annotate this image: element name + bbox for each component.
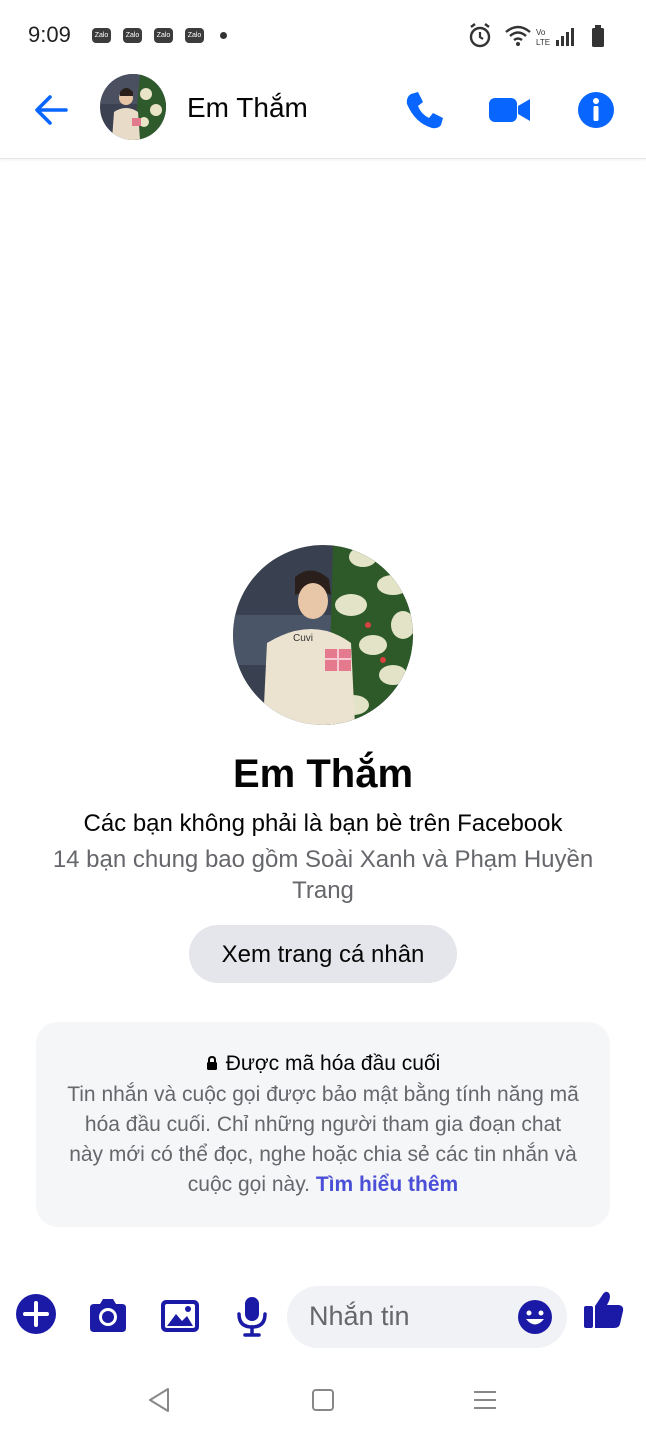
view-profile-button[interactable]: Xem trang cá nhân [189,925,457,983]
zalo-notification-icon: Zalo [154,28,173,43]
image-icon[interactable] [158,1294,202,1338]
video-camera-icon[interactable] [488,88,532,132]
profile-name: Em Thắm [232,752,414,796]
network-type-label: Vo [536,28,546,37]
header-contact-name[interactable]: Em Thắm [187,92,308,124]
mutual-friends-text: 14 bạn chung bao gồm Soài Xanh và Phạm H… [52,846,594,904]
more-notifications-dot [220,32,227,39]
plus-icon[interactable] [14,1292,58,1336]
thumbs-up-icon[interactable] [582,1288,626,1332]
microphone-icon[interactable] [230,1294,274,1338]
friend-status-text: Các bạn không phải là bạn bè trên Facebo… [83,810,563,837]
nav-back-icon[interactable] [144,1385,174,1415]
learn-more-link[interactable]: Tìm hiểu thêm [316,1173,458,1196]
system-navigation-bar [0,1365,646,1440]
nav-menu-icon[interactable] [470,1385,500,1415]
zalo-notification-icon: Zalo [185,28,204,43]
encryption-title: Được mã hóa đầu cuối [36,1052,610,1076]
chat-header: Em Thắm [0,72,646,159]
signal-icon [556,28,574,46]
zalo-notification-icon: Zalo [123,28,142,43]
wifi-icon [505,25,531,46]
profile-avatar[interactable]: Cuvi [233,545,413,725]
message-placeholder: Nhắn tin [309,1301,410,1331]
zalo-notification-icon: Zalo [92,28,111,43]
info-icon[interactable] [574,88,618,132]
svg-text:Cuvi: Cuvi [293,633,313,644]
phone-icon[interactable] [402,88,446,132]
encryption-notice: Được mã hóa đầu cuối Tin nhắn và cuộc gọ… [36,1022,610,1227]
encryption-body: Tin nhắn và cuộc gọi được bảo mật bằng t… [66,1080,580,1200]
status-icons: Vo LTE [469,23,604,48]
emoji-icon[interactable] [517,1299,553,1335]
status-time: 9:09 [28,22,71,47]
camera-icon[interactable] [86,1294,130,1338]
battery-icon [592,25,604,47]
status-bar: 9:09 Zalo Zalo Zalo Zalo Vo LTE [0,0,646,72]
alarm-icon [469,23,491,48]
encryption-title-text: Được mã hóa đầu cuối [225,1052,441,1075]
nav-home-icon[interactable] [308,1385,338,1415]
message-input[interactable]: Nhắn tin [287,1286,567,1348]
back-arrow-icon[interactable] [30,89,72,131]
contact-avatar[interactable] [100,74,166,140]
message-composer: Nhắn tin [0,1282,646,1352]
svg-text:LTE: LTE [536,38,550,47]
lock-icon [206,1056,217,1070]
